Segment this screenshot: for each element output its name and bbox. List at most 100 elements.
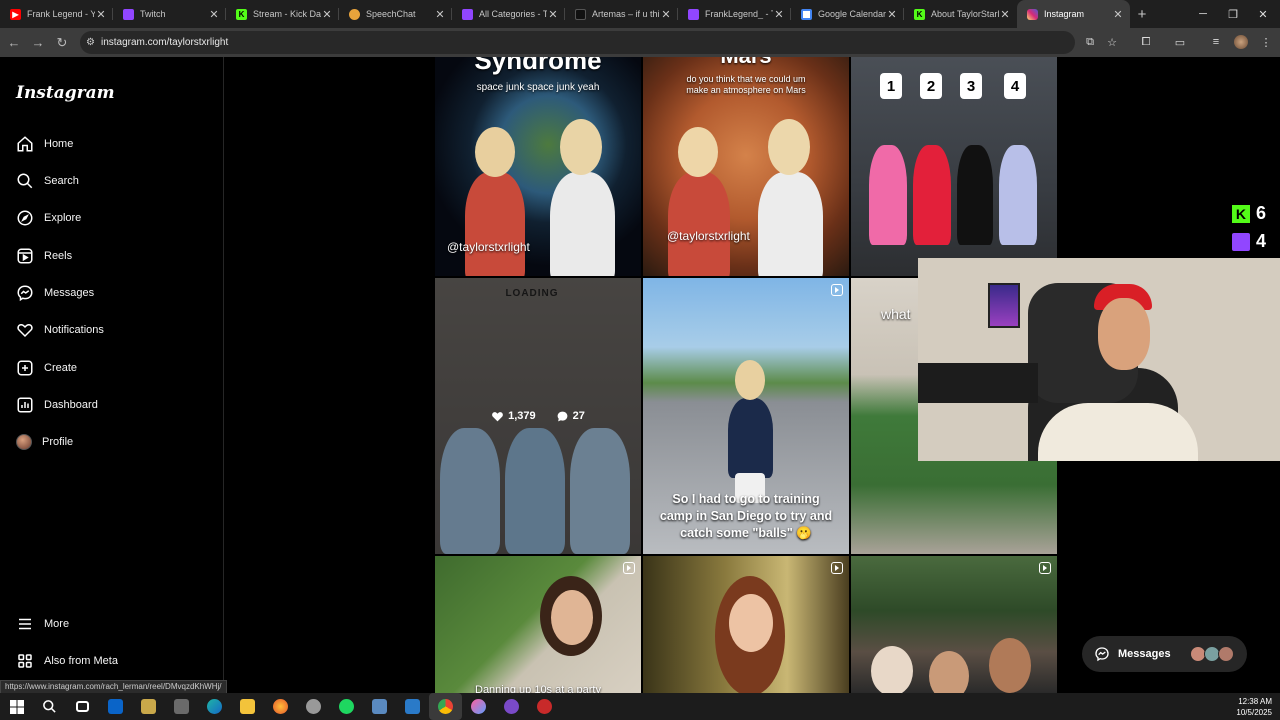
- post-caption: So I had to go to training camp in San D…: [659, 492, 833, 540]
- close-window-button[interactable]: ✕: [1248, 0, 1278, 28]
- meta-grid-icon: [18, 654, 32, 668]
- edge-icon[interactable]: [198, 693, 231, 720]
- post-thumbnail[interactable]: So I had to go to training camp in San D…: [643, 278, 849, 554]
- nav-profile[interactable]: Profile: [8, 425, 213, 459]
- browser-tab[interactable]: FrankLegend_ - Tw ✕: [678, 0, 791, 28]
- close-tab-icon[interactable]: ✕: [547, 8, 559, 21]
- kick-viewer-count: K 6: [1231, 203, 1266, 224]
- reel-icon: [831, 284, 843, 296]
- nav-dashboard[interactable]: Dashboard: [8, 388, 213, 422]
- twitch-icon: [462, 8, 473, 20]
- app-icon[interactable]: [495, 693, 528, 720]
- extensions-icon[interactable]: ⧠: [1136, 32, 1156, 52]
- post-caption: do you think that we could um make an at…: [686, 74, 806, 95]
- reload-button[interactable]: ↻: [50, 31, 74, 55]
- close-tab-icon[interactable]: ✕: [321, 8, 333, 21]
- post-thumbnail[interactable]: 1 2 3 4: [851, 57, 1057, 276]
- nav-also-from-meta[interactable]: Also from Meta: [8, 644, 213, 678]
- browser-tab[interactable]: Google Calendar ✕: [791, 0, 904, 28]
- post-thumbnail[interactable]: LOADING 1,379 27: [435, 278, 641, 554]
- avatar: [16, 434, 32, 450]
- post-caption: what: [881, 306, 911, 322]
- reel-icon: [831, 562, 843, 574]
- file-explorer-icon[interactable]: [231, 693, 264, 720]
- post-caption: Danning up 10s at a party: [475, 684, 601, 693]
- close-tab-icon[interactable]: ✕: [95, 8, 107, 21]
- app-icon[interactable]: [462, 693, 495, 720]
- close-tab-icon[interactable]: ✕: [999, 8, 1011, 21]
- browser-tab[interactable]: SpeechChat ✕: [339, 0, 452, 28]
- firefox-icon[interactable]: [264, 693, 297, 720]
- messenger-icon: [17, 285, 33, 302]
- messages-floating-button[interactable]: Messages: [1082, 636, 1247, 672]
- nav-notifications[interactable]: Notifications: [8, 313, 213, 347]
- restore-button[interactable]: ❐: [1218, 0, 1248, 28]
- browser-tab[interactable]: All Categories - Tw ✕: [452, 0, 565, 28]
- outlook-icon[interactable]: [99, 693, 132, 720]
- browser-tab[interactable]: Artemas – if u thin ✕: [565, 0, 678, 28]
- post-handle: @taylorstxrlight: [447, 240, 530, 254]
- nav-explore[interactable]: Explore: [8, 201, 213, 235]
- windows-start-icon[interactable]: [0, 693, 33, 720]
- nav-create[interactable]: Create: [8, 351, 213, 385]
- app-icon[interactable]: [132, 693, 165, 720]
- speechchat-icon: [349, 8, 360, 20]
- twitch-viewer-count: 4: [1231, 231, 1266, 252]
- close-tab-icon[interactable]: ✕: [208, 8, 220, 21]
- bookmark-star-icon[interactable]: ☆: [1102, 32, 1122, 52]
- post-title: Syndrome: [474, 57, 602, 75]
- post-thumbnail[interactable]: Danning up 10s at a party: [435, 556, 641, 693]
- number-tag: 2: [920, 73, 942, 99]
- search-icon[interactable]: [33, 693, 66, 720]
- instagram-icon: [1027, 8, 1038, 20]
- nav-reels[interactable]: Reels: [8, 239, 213, 273]
- chrome-icon[interactable]: [429, 693, 462, 720]
- twitch-icon: [1231, 232, 1250, 251]
- calendar-icon: [801, 8, 812, 20]
- close-tab-icon[interactable]: ✕: [660, 8, 672, 21]
- install-app-icon[interactable]: ⧉: [1080, 32, 1100, 52]
- back-button[interactable]: ←: [2, 31, 26, 55]
- browser-tab[interactable]: Twitch ✕: [113, 0, 226, 28]
- site-info-icon[interactable]: ⚙: [86, 37, 95, 48]
- nav-search[interactable]: Search: [8, 164, 213, 198]
- close-tab-icon[interactable]: ✕: [1112, 8, 1124, 21]
- system-clock[interactable]: 12:38 AM 10/5/2025: [1236, 696, 1272, 718]
- heart-icon: [492, 411, 503, 421]
- close-tab-icon[interactable]: ✕: [773, 8, 785, 21]
- close-tab-icon[interactable]: ✕: [886, 8, 898, 21]
- menu-kebab-icon[interactable]: ⋮: [1256, 32, 1276, 52]
- forward-button[interactable]: →: [26, 31, 50, 55]
- post-thumbnail[interactable]: Syndrome space junk space junk yeah @tay…: [435, 57, 641, 276]
- nav-home[interactable]: Home: [8, 127, 213, 161]
- profile-avatar[interactable]: [1231, 32, 1251, 52]
- post-thumbnail[interactable]: Mars do you think that we could um make …: [643, 57, 849, 276]
- browser-tab-bar: ▶ Frank Legend - Yo ✕ Twitch ✕ K Stream …: [0, 0, 1280, 28]
- vscode-icon[interactable]: [396, 693, 429, 720]
- browser-tab[interactable]: ▶ Frank Legend - Yo ✕: [0, 0, 113, 28]
- post-thumbnail[interactable]: [643, 556, 849, 693]
- nav-messages[interactable]: Messages: [8, 276, 213, 310]
- minimize-button[interactable]: ─: [1188, 0, 1218, 28]
- address-bar[interactable]: ⚙ instagram.com/taylorstxrlight: [80, 31, 1075, 54]
- new-tab-button[interactable]: +: [1130, 6, 1154, 23]
- app-icon[interactable]: [528, 693, 561, 720]
- close-tab-icon[interactable]: ✕: [434, 8, 446, 21]
- app-icon[interactable]: [297, 693, 330, 720]
- browser-tab-active[interactable]: Instagram ✕: [1017, 0, 1130, 28]
- calculator-icon[interactable]: [165, 693, 198, 720]
- media-controls-icon[interactable]: ≡: [1206, 32, 1226, 52]
- post-thumbnail[interactable]: [851, 556, 1057, 693]
- browser-tab[interactable]: K Stream - Kick Dash ✕: [226, 0, 339, 28]
- app-icon[interactable]: [363, 693, 396, 720]
- link-status-bar: https://www.instagram.com/rach_lerman/re…: [0, 680, 227, 694]
- plus-square-icon: [17, 360, 33, 376]
- sidebar-icon[interactable]: ▭: [1170, 32, 1190, 52]
- browser-tab[interactable]: K About TaylorStarli ✕: [904, 0, 1017, 28]
- spotify-icon[interactable]: [330, 693, 363, 720]
- task-view-icon[interactable]: [66, 693, 99, 720]
- windows-taskbar: 12:38 AM 10/5/2025: [0, 693, 1280, 720]
- twitch-icon: [123, 8, 134, 20]
- instagram-logo[interactable]: Instagram: [16, 83, 115, 103]
- nav-more[interactable]: More: [8, 607, 213, 641]
